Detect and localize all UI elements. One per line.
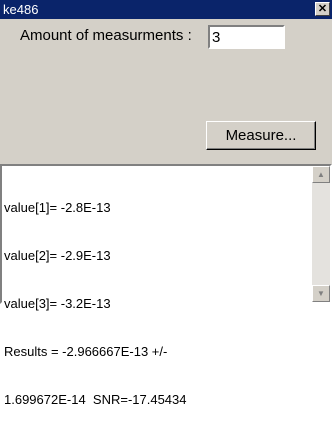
- title-bar: ke486 ✕: [0, 0, 332, 19]
- result-line: value[1]= -2.8E-13: [4, 200, 111, 215]
- results-text: value[1]= -2.8E-13 value[2]= -2.9E-13 va…: [4, 168, 310, 440]
- vertical-scrollbar[interactable]: ▲ ▼: [312, 166, 330, 302]
- result-line: value[2]= -2.9E-13: [4, 248, 111, 263]
- app-window: ke486 ✕ Amount of measurments : Measure.…: [0, 0, 332, 407]
- scroll-down-button[interactable]: ▼: [312, 285, 330, 302]
- results-textarea[interactable]: value[1]= -2.8E-13 value[2]= -2.9E-13 va…: [0, 164, 332, 407]
- scroll-up-button[interactable]: ▲: [312, 166, 330, 183]
- result-line: value[3]= -3.2E-13: [4, 296, 111, 311]
- arrow-up-icon: ▲: [317, 170, 325, 179]
- amount-input[interactable]: [208, 25, 285, 49]
- close-button[interactable]: ✕: [315, 2, 330, 16]
- result-line: 1.699672E-14 SNR=-17.45434: [4, 392, 187, 407]
- close-icon: ✕: [317, 3, 328, 15]
- window-title: ke486: [3, 2, 39, 17]
- amount-label: Amount of measurments :: [20, 27, 192, 44]
- measure-button[interactable]: Measure...: [206, 121, 316, 150]
- arrow-down-icon: ▼: [317, 289, 325, 298]
- result-line: Results = -2.966667E-13 +/-: [4, 344, 168, 359]
